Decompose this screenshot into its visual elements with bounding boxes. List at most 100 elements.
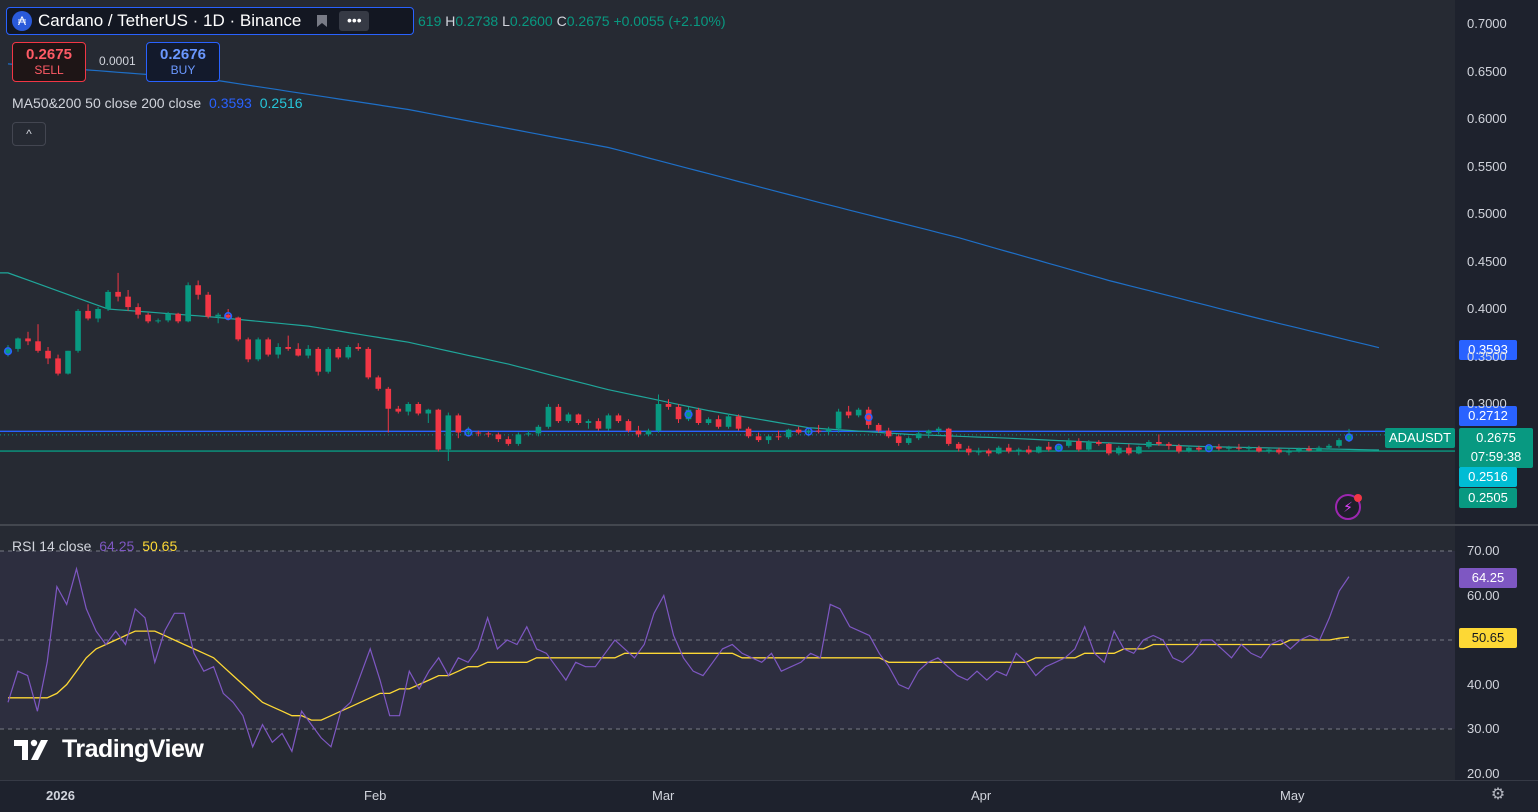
buy-button[interactable]: 0.2676 BUY bbox=[146, 42, 220, 82]
rsi-axis-tick: 60.00 bbox=[1467, 587, 1500, 603]
candle bbox=[675, 404, 682, 423]
candle bbox=[375, 375, 382, 391]
candle bbox=[1266, 447, 1272, 454]
candle bbox=[635, 425, 642, 438]
candle bbox=[145, 312, 151, 324]
time-axis-label: Apr bbox=[971, 788, 992, 803]
cardano-logo-icon: ₳ bbox=[12, 11, 32, 31]
candle bbox=[745, 426, 752, 439]
rsi-axis[interactable] bbox=[1455, 526, 1538, 780]
candle bbox=[595, 418, 602, 431]
candle bbox=[55, 354, 61, 376]
candle bbox=[1025, 445, 1032, 455]
rsi-chart[interactable] bbox=[0, 526, 1455, 780]
candle bbox=[1065, 438, 1072, 448]
candle bbox=[1166, 442, 1172, 450]
candle bbox=[605, 413, 612, 431]
spread-value: 0.0001 bbox=[99, 54, 136, 68]
candle bbox=[545, 404, 552, 429]
rsi-pane[interactable] bbox=[0, 526, 1455, 780]
time-axis-label: 2026 bbox=[46, 788, 75, 803]
candle bbox=[1116, 445, 1122, 456]
candle bbox=[255, 337, 261, 362]
ma-indicator-legend[interactable]: MA50&200 50 close 200 close 0.3593 0.251… bbox=[12, 95, 303, 111]
ohlc-low: 0.2600 bbox=[509, 13, 553, 29]
notification-dot bbox=[1354, 494, 1362, 502]
candle bbox=[885, 427, 892, 439]
time-axis-label: May bbox=[1280, 788, 1305, 803]
candle bbox=[555, 404, 562, 423]
candle bbox=[825, 426, 832, 435]
candle bbox=[1336, 438, 1342, 448]
candle bbox=[1136, 445, 1142, 455]
ohlc-open: 619 bbox=[418, 13, 442, 29]
candle bbox=[365, 347, 372, 380]
ohlc-high: 0.2738 bbox=[455, 13, 499, 29]
candle bbox=[1146, 440, 1152, 449]
ohlc-low-key: L bbox=[502, 13, 510, 29]
candle bbox=[275, 343, 282, 359]
rsi-value-tag: 64.25 bbox=[1459, 568, 1517, 588]
candle bbox=[965, 445, 972, 456]
candle bbox=[855, 407, 862, 418]
tradingview-logo[interactable]: TradingView bbox=[14, 735, 204, 764]
candle bbox=[1216, 443, 1222, 451]
candle bbox=[1156, 434, 1162, 446]
ma200-value: 0.3593 bbox=[209, 95, 252, 111]
candle bbox=[575, 413, 582, 425]
candle bbox=[245, 337, 251, 363]
candle bbox=[195, 280, 201, 300]
candle bbox=[735, 414, 742, 431]
gear-icon[interactable]: ⚙ bbox=[1489, 786, 1507, 804]
ohlc-close: 0.2675 bbox=[566, 13, 610, 29]
candle bbox=[785, 428, 792, 440]
ma-indicator-name[interactable]: MA50&200 50 close 200 close bbox=[12, 95, 201, 111]
buy-price: 0.2676 bbox=[160, 46, 206, 63]
ohlc-change: +0.0055 (+2.10%) bbox=[613, 13, 726, 29]
time-axis[interactable] bbox=[0, 780, 1538, 812]
candle bbox=[95, 307, 101, 323]
candle bbox=[625, 419, 632, 433]
candle bbox=[1015, 447, 1022, 456]
price-axis-tick: 0.5000 bbox=[1467, 206, 1507, 221]
candle bbox=[715, 415, 722, 429]
flag-icon[interactable] bbox=[315, 14, 329, 28]
collapse-legend-button[interactable]: ^ bbox=[12, 122, 46, 146]
chart-app: 0.3593 0.2712 ADAUSDT 0.2675 07:59:38 0.… bbox=[0, 0, 1538, 812]
candle bbox=[345, 345, 352, 360]
price-axis-tick: 0.3000 bbox=[1467, 396, 1507, 411]
more-options-icon[interactable]: ••• bbox=[339, 11, 370, 31]
candle bbox=[325, 347, 332, 374]
price-axis-tick: 0.3500 bbox=[1467, 348, 1507, 364]
candle bbox=[935, 426, 942, 435]
symbol-info[interactable]: ₳ Cardano / TetherUS · 1D · Binance ••• bbox=[6, 7, 414, 35]
candle bbox=[495, 432, 502, 442]
candle bbox=[1096, 440, 1102, 446]
candle bbox=[425, 408, 432, 423]
symbol-title[interactable]: Cardano / TetherUS · 1D · Binance bbox=[38, 11, 301, 31]
sell-button[interactable]: 0.2675 SELL bbox=[12, 42, 86, 82]
rsi-axis-tick: 30.00 bbox=[1467, 721, 1500, 736]
candle bbox=[865, 406, 872, 429]
candle bbox=[435, 408, 442, 452]
price-axis-tick: 0.7000 bbox=[1467, 16, 1507, 31]
rsi-indicator-legend[interactable]: RSI 14 close 64.25 50.65 bbox=[12, 538, 177, 554]
rsi-ma-value: 50.65 bbox=[142, 538, 178, 554]
candle bbox=[65, 350, 71, 375]
time-axis-label: Mar bbox=[652, 788, 675, 803]
candle bbox=[1106, 442, 1112, 456]
rsi-indicator-name[interactable]: RSI 14 close bbox=[12, 538, 91, 554]
candle bbox=[85, 304, 91, 321]
candle bbox=[895, 434, 902, 446]
candle bbox=[385, 386, 392, 433]
candle bbox=[485, 431, 492, 438]
price-axis-tick: 0.5500 bbox=[1467, 158, 1507, 174]
candle bbox=[1005, 443, 1012, 454]
candle bbox=[755, 432, 762, 442]
candle bbox=[835, 408, 842, 433]
candle bbox=[1075, 438, 1082, 452]
ohlc-high-key: H bbox=[445, 13, 456, 29]
candle bbox=[975, 447, 982, 456]
candle bbox=[515, 432, 522, 446]
candle bbox=[905, 436, 912, 445]
